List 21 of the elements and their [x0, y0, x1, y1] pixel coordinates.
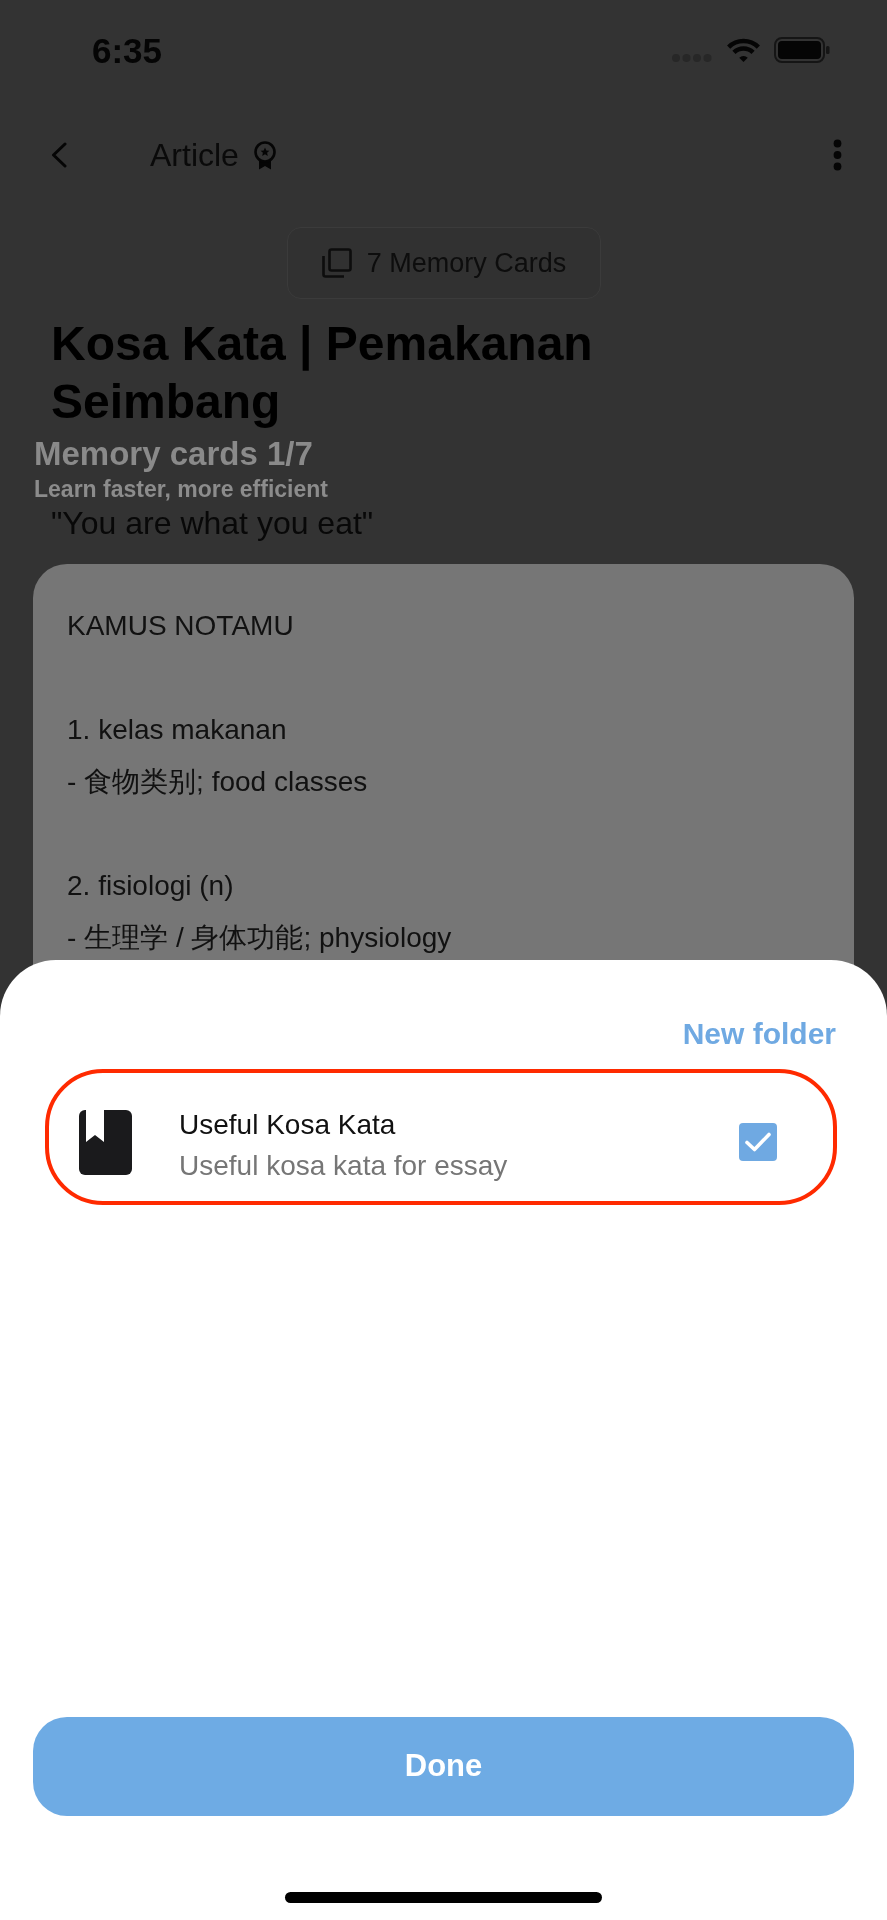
note-text-line: 1. kelas makanan: [67, 713, 287, 747]
note-text-line: 2. fisiologi (n): [67, 869, 234, 903]
stacked-squares-icon: [320, 247, 353, 279]
more-options-icon[interactable]: [833, 139, 842, 171]
award-badge-icon: [252, 140, 277, 170]
note-text-line: - 生理学 / 身体功能; physiology: [67, 921, 452, 955]
new-folder-button[interactable]: New folder: [682, 1019, 836, 1049]
memory-cards-title: Memory cards 1/7: [34, 437, 313, 470]
done-button[interactable]: Done: [33, 1717, 854, 1816]
back-icon[interactable]: [50, 142, 67, 168]
memory-cards-subtitle: Learn faster, more efficient: [34, 478, 328, 501]
wifi-icon: [726, 37, 761, 63]
note-text-line: - 食物类别; food classes: [67, 765, 368, 799]
checkbox[interactable]: [739, 1123, 777, 1161]
folder-list-item[interactable]: Useful Kosa Kata Useful kosa kata for essay: [45, 1069, 837, 1205]
folder-description: Useful kosa kata for essay: [179, 1149, 508, 1183]
battery-icon: [774, 37, 830, 63]
folder-name: Useful Kosa Kata: [179, 1108, 396, 1142]
note-text-line: KAMUS NOTAMU: [67, 609, 294, 643]
bookmarked-book-icon: [79, 1109, 132, 1175]
checkmark-icon: [745, 1132, 771, 1152]
